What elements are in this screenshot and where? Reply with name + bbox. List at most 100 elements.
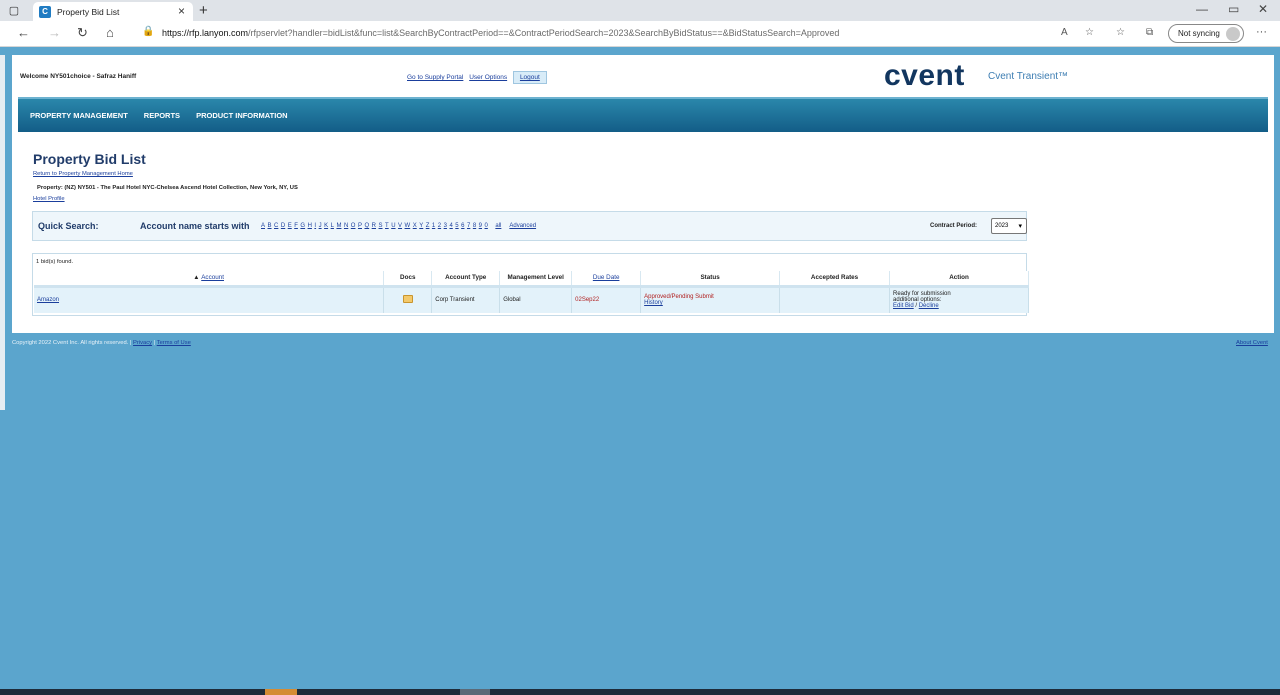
favorite-icon[interactable]: ☆ xyxy=(1085,27,1094,38)
letter-link[interactable]: G xyxy=(300,223,305,229)
advanced-search-link[interactable]: Advanced xyxy=(509,223,536,229)
letter-link[interactable]: O xyxy=(351,223,356,229)
back-icon[interactable]: ← xyxy=(17,25,30,40)
letter-link[interactable]: N xyxy=(344,223,348,229)
letter-link[interactable]: Y xyxy=(419,223,423,229)
letter-link[interactable]: 4 xyxy=(449,223,452,229)
results-count: 1 bid(s) found. xyxy=(36,259,74,265)
letter-link[interactable]: C xyxy=(274,223,278,229)
browser-tab[interactable]: C Property Bid List × xyxy=(33,2,193,21)
letter-link[interactable]: R xyxy=(372,223,376,229)
property-text: Property: (NZ) NY501 - The Paul Hotel NY… xyxy=(37,185,298,191)
letter-link[interactable]: V xyxy=(398,223,402,229)
cell-account-type: Corp Transient xyxy=(431,286,501,313)
col-due-date[interactable]: Due Date xyxy=(571,271,642,288)
history-link[interactable]: History xyxy=(644,300,663,306)
taskbar-app-1[interactable] xyxy=(265,689,297,695)
taskbar-app-2[interactable] xyxy=(460,689,490,695)
url-field[interactable]: https://rfp.lanyon.com/rfpservlet?handle… xyxy=(162,28,839,38)
letter-link[interactable]: T xyxy=(385,223,389,229)
letter-link[interactable]: 7 xyxy=(467,223,470,229)
decline-link[interactable]: Decline xyxy=(919,303,939,309)
sort-due-date-link[interactable]: Due Date xyxy=(593,274,620,281)
account-link[interactable]: Amazon xyxy=(37,297,59,303)
sync-button[interactable]: Not syncing xyxy=(1168,24,1244,43)
letter-link[interactable]: W xyxy=(405,223,411,229)
col-account-type: Account Type xyxy=(431,271,501,288)
letter-link[interactable]: 0 xyxy=(485,223,488,229)
read-aloud-icon[interactable]: A xyxy=(1061,27,1068,38)
header: Welcome NY501choice - Safraz Haniff Go t… xyxy=(12,55,1274,95)
letter-link[interactable]: D xyxy=(281,223,285,229)
letter-link[interactable]: S xyxy=(379,223,383,229)
header-links: Go to Supply Portal User Options Logout xyxy=(407,71,547,84)
letter-link[interactable]: P xyxy=(358,223,362,229)
privacy-link[interactable]: Privacy xyxy=(133,340,152,346)
more-icon[interactable]: ··· xyxy=(1256,26,1267,38)
contract-period-value: 2023 xyxy=(995,223,1009,229)
results-box: 1 bid(s) found. ▲ Account Docs Account T… xyxy=(32,253,1029,316)
letter-link[interactable]: M xyxy=(336,223,341,229)
home-icon[interactable]: ⌂ xyxy=(106,25,114,40)
forward-icon[interactable]: → xyxy=(48,25,61,40)
browser-tab-bar: ▢ C Property Bid List × + — ▭ ✕ xyxy=(0,0,1280,21)
letter-link[interactable]: B xyxy=(268,223,272,229)
letter-link[interactable]: I xyxy=(314,223,316,229)
tab-title: Property Bid List xyxy=(57,6,120,17)
terms-link[interactable]: Terms of Use xyxy=(157,340,191,346)
logout-button[interactable]: Logout xyxy=(512,71,547,84)
nav-property-management[interactable]: PROPERTY MANAGEMENT xyxy=(30,111,128,120)
letter-link[interactable]: Z xyxy=(426,223,430,229)
letter-link[interactable]: L xyxy=(331,223,334,229)
close-tab-icon[interactable]: × xyxy=(178,4,185,18)
lock-icon[interactable]: 🔒 xyxy=(142,26,154,37)
cvent-logo: cvent xyxy=(884,59,965,92)
logo-subtitle: Cvent Transient™ xyxy=(988,71,1069,82)
letter-link[interactable]: Q xyxy=(364,223,369,229)
hotel-profile-link[interactable]: Hotel Profile xyxy=(33,196,65,202)
quick-search-label: Quick Search: xyxy=(38,221,99,231)
tab-actions-icon[interactable]: ▢ xyxy=(0,0,28,21)
all-link[interactable]: all xyxy=(495,223,501,229)
letter-link[interactable]: J xyxy=(319,223,322,229)
letter-link[interactable]: 3 xyxy=(444,223,447,229)
about-cvent-link[interactable]: About Cvent xyxy=(1236,340,1268,346)
letter-link[interactable]: U xyxy=(391,223,395,229)
user-options-link[interactable]: User Options xyxy=(469,74,507,81)
letter-link[interactable]: F xyxy=(294,223,298,229)
letter-link[interactable]: 1 xyxy=(432,223,435,229)
letter-link[interactable]: K xyxy=(324,223,328,229)
contract-period-select[interactable]: 2023 ▾ xyxy=(991,218,1027,234)
return-home-link[interactable]: Return to Property Management Home xyxy=(33,171,133,177)
close-window-icon[interactable]: ✕ xyxy=(1258,2,1268,16)
document-icon[interactable] xyxy=(402,295,413,304)
letter-link[interactable]: 2 xyxy=(438,223,441,229)
letter-link[interactable]: A xyxy=(261,223,265,229)
cell-accepted-rates xyxy=(779,286,891,313)
letter-link[interactable]: H xyxy=(308,223,312,229)
letter-link[interactable]: X xyxy=(413,223,417,229)
main-nav: PROPERTY MANAGEMENT REPORTS PRODUCT INFO… xyxy=(18,97,1268,132)
nav-product-information[interactable]: PRODUCT INFORMATION xyxy=(196,111,288,120)
letter-link[interactable]: 6 xyxy=(461,223,464,229)
nav-reports[interactable]: REPORTS xyxy=(144,111,180,120)
minimize-icon[interactable]: — xyxy=(1196,2,1208,16)
favorites-icon[interactable]: ☆ xyxy=(1116,27,1125,38)
sort-account-link[interactable]: Account xyxy=(201,274,224,281)
letter-link[interactable]: 5 xyxy=(455,223,458,229)
new-tab-icon[interactable]: + xyxy=(199,2,208,19)
collections-icon[interactable]: ⧉ xyxy=(1146,27,1153,38)
col-docs: Docs xyxy=(383,271,433,288)
letter-link[interactable]: 9 xyxy=(479,223,482,229)
col-account[interactable]: ▲ Account xyxy=(34,271,385,288)
quick-search-box: Quick Search: Account name starts with A… xyxy=(32,211,1027,241)
url-path: /rfpservlet?handler=bidList&func=list&Se… xyxy=(248,28,840,38)
reload-icon[interactable]: ↻ xyxy=(77,25,88,41)
page-title: Property Bid List xyxy=(33,151,146,167)
supply-portal-link[interactable]: Go to Supply Portal xyxy=(407,74,463,81)
letter-link[interactable]: E xyxy=(288,223,292,229)
restore-icon[interactable]: ▭ xyxy=(1228,2,1239,16)
letter-link[interactable]: 8 xyxy=(473,223,476,229)
edit-bid-link[interactable]: Edit Bid xyxy=(893,303,914,309)
welcome-text: Welcome NY501choice - Safraz Haniff xyxy=(20,73,137,80)
